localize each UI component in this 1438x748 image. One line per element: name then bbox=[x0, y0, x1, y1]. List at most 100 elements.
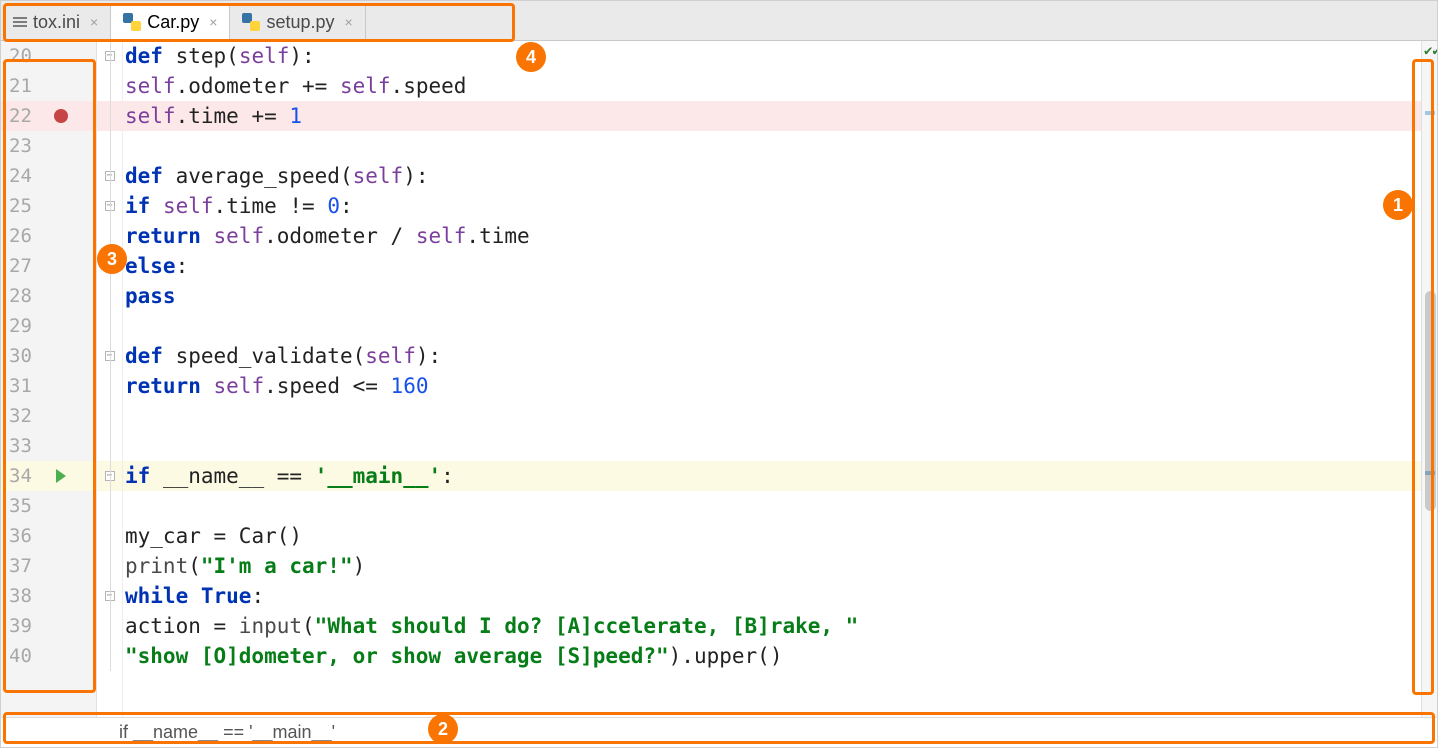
fold-cell[interactable] bbox=[97, 281, 122, 311]
close-icon[interactable]: × bbox=[86, 14, 98, 30]
fold-cell[interactable] bbox=[97, 641, 122, 671]
run-gutter-icon[interactable] bbox=[56, 469, 66, 483]
callout-3: 3 bbox=[97, 244, 127, 274]
line-number: 34 bbox=[9, 465, 51, 487]
marker[interactable] bbox=[1425, 111, 1435, 115]
error-stripe[interactable]: ✔✔ bbox=[1421, 41, 1437, 717]
line-number: 29 bbox=[9, 315, 51, 337]
line-number: 30 bbox=[9, 345, 51, 367]
fold-cell[interactable] bbox=[97, 551, 122, 581]
line-number: 37 bbox=[9, 555, 51, 577]
close-icon[interactable]: × bbox=[340, 14, 352, 30]
fold-cell[interactable] bbox=[97, 71, 122, 101]
gutter-line[interactable]: 40 bbox=[1, 641, 96, 671]
gutter-line[interactable]: 27 bbox=[1, 251, 96, 281]
editor-tab[interactable]: Car.py × bbox=[111, 4, 230, 41]
line-number: 38 bbox=[9, 585, 51, 607]
line-number: 26 bbox=[9, 225, 51, 247]
line-number: 23 bbox=[9, 135, 51, 157]
code-line[interactable]: if __name__ == '__main__': bbox=[123, 461, 1421, 491]
gutter-line[interactable]: 35 bbox=[1, 491, 96, 521]
gutter-line[interactable]: 23 bbox=[1, 131, 96, 161]
editor-tab[interactable]: setup.py × bbox=[230, 4, 365, 40]
fold-cell[interactable] bbox=[97, 371, 122, 401]
code-line[interactable]: self.time += 1 bbox=[123, 101, 1421, 131]
line-number: 35 bbox=[9, 495, 51, 517]
fold-cell[interactable]: − bbox=[97, 581, 122, 611]
gutter-line[interactable]: 38 bbox=[1, 581, 96, 611]
code-line[interactable]: def speed_validate(self): bbox=[123, 341, 1421, 371]
fold-cell[interactable] bbox=[97, 431, 122, 461]
scrollbar-thumb[interactable] bbox=[1425, 291, 1436, 511]
fold-cell[interactable]: − bbox=[97, 161, 122, 191]
gutter-line[interactable]: 39 bbox=[1, 611, 96, 641]
code-line[interactable]: def step(self): bbox=[123, 41, 1421, 71]
editor-area: 20 21 22 23 24 25 26 27 28 29 30 313233 34 35 36 37 38 39… bbox=[1, 41, 1437, 717]
code-line[interactable]: self.odometer += self.speed bbox=[123, 71, 1421, 101]
gutter-line[interactable]: 34 bbox=[1, 461, 96, 491]
gutter-line[interactable]: 31 bbox=[1, 371, 96, 401]
code-line[interactable]: action = input("What should I do? [A]cce… bbox=[123, 611, 1421, 641]
tab-label: setup.py bbox=[266, 12, 334, 33]
close-icon[interactable]: × bbox=[205, 14, 217, 30]
fold-cell[interactable] bbox=[97, 611, 122, 641]
gutter-line[interactable]: 22 bbox=[1, 101, 96, 131]
callout-2: 2 bbox=[428, 714, 458, 744]
fold-cell[interactable] bbox=[97, 311, 122, 341]
breadcrumb-item[interactable]: if __name__ == '__main__' bbox=[119, 722, 335, 743]
gutter-line[interactable]: 36 bbox=[1, 521, 96, 551]
fold-cell[interactable]: − bbox=[97, 191, 122, 221]
code-line[interactable]: else: bbox=[123, 251, 1421, 281]
line-number: 36 bbox=[9, 525, 51, 547]
fold-cell[interactable] bbox=[97, 131, 122, 161]
gutter-line[interactable]: 28 bbox=[1, 281, 96, 311]
fold-cell[interactable] bbox=[97, 101, 122, 131]
editor-tab[interactable]: tox.ini × bbox=[1, 4, 111, 40]
tab-label: tox.ini bbox=[33, 12, 80, 33]
code-area[interactable]: def step(self): self.odometer += self.sp… bbox=[123, 41, 1421, 717]
breakpoint-icon[interactable] bbox=[54, 109, 68, 123]
ide-window: tox.ini×Car.py×setup.py× 202122232425262… bbox=[0, 0, 1438, 748]
fold-cell[interactable] bbox=[97, 521, 122, 551]
gutter-line[interactable]: 20 bbox=[1, 41, 96, 71]
fold-column[interactable]: −−−−−−− bbox=[97, 41, 123, 717]
breadcrumb-bar[interactable]: if __name__ == '__main__' bbox=[1, 717, 1437, 747]
code-line[interactable]: while True: bbox=[123, 581, 1421, 611]
code-line[interactable] bbox=[123, 401, 1421, 431]
code-line[interactable]: return self.speed <= 160 bbox=[123, 371, 1421, 401]
editor-tabbar: tox.ini × Car.py × setup.py × bbox=[1, 1, 1437, 41]
code-line[interactable] bbox=[123, 311, 1421, 341]
ini-file-icon bbox=[13, 17, 27, 27]
code-line[interactable]: def average_speed(self): bbox=[123, 161, 1421, 191]
gutter-line[interactable]: 33 bbox=[1, 431, 96, 461]
code-line[interactable]: print("I'm a car!") bbox=[123, 551, 1421, 581]
gutter-line[interactable]: 26 bbox=[1, 221, 96, 251]
code-line[interactable]: if self.time != 0: bbox=[123, 191, 1421, 221]
fold-cell[interactable]: − bbox=[97, 461, 122, 491]
line-number: 28 bbox=[9, 285, 51, 307]
fold-cell[interactable]: − bbox=[97, 341, 122, 371]
code-line[interactable]: "show [O]dometer, or show average [S]pee… bbox=[123, 641, 1421, 671]
gutter-line[interactable]: 37 bbox=[1, 551, 96, 581]
code-line[interactable]: my_car = Car() bbox=[123, 521, 1421, 551]
gutter[interactable]: 20 21 22 23 24 25 26 27 28 29 30 313233 34 35 36 37 38 39… bbox=[1, 41, 97, 717]
fold-cell[interactable] bbox=[97, 491, 122, 521]
code-line[interactable]: pass bbox=[123, 281, 1421, 311]
gutter-line[interactable]: 32 bbox=[1, 401, 96, 431]
gutter-line[interactable]: 29 bbox=[1, 311, 96, 341]
code-line[interactable] bbox=[123, 131, 1421, 161]
code-line[interactable]: return self.odometer / self.time bbox=[123, 221, 1421, 251]
line-number: 20 bbox=[9, 45, 51, 67]
line-number: 24 bbox=[9, 165, 51, 187]
gutter-line[interactable]: 25 bbox=[1, 191, 96, 221]
fold-cell[interactable] bbox=[97, 401, 122, 431]
code-line[interactable] bbox=[123, 491, 1421, 521]
tab-label: Car.py bbox=[147, 12, 199, 33]
gutter-line[interactable]: 30 bbox=[1, 341, 96, 371]
gutter-line[interactable]: 24 bbox=[1, 161, 96, 191]
code-line[interactable] bbox=[123, 431, 1421, 461]
fold-cell[interactable]: − bbox=[97, 41, 122, 71]
gutter-line[interactable]: 21 bbox=[1, 71, 96, 101]
inspection-indicator-icon[interactable]: ✔✔ bbox=[1424, 43, 1437, 59]
line-number: 22 bbox=[9, 105, 51, 127]
